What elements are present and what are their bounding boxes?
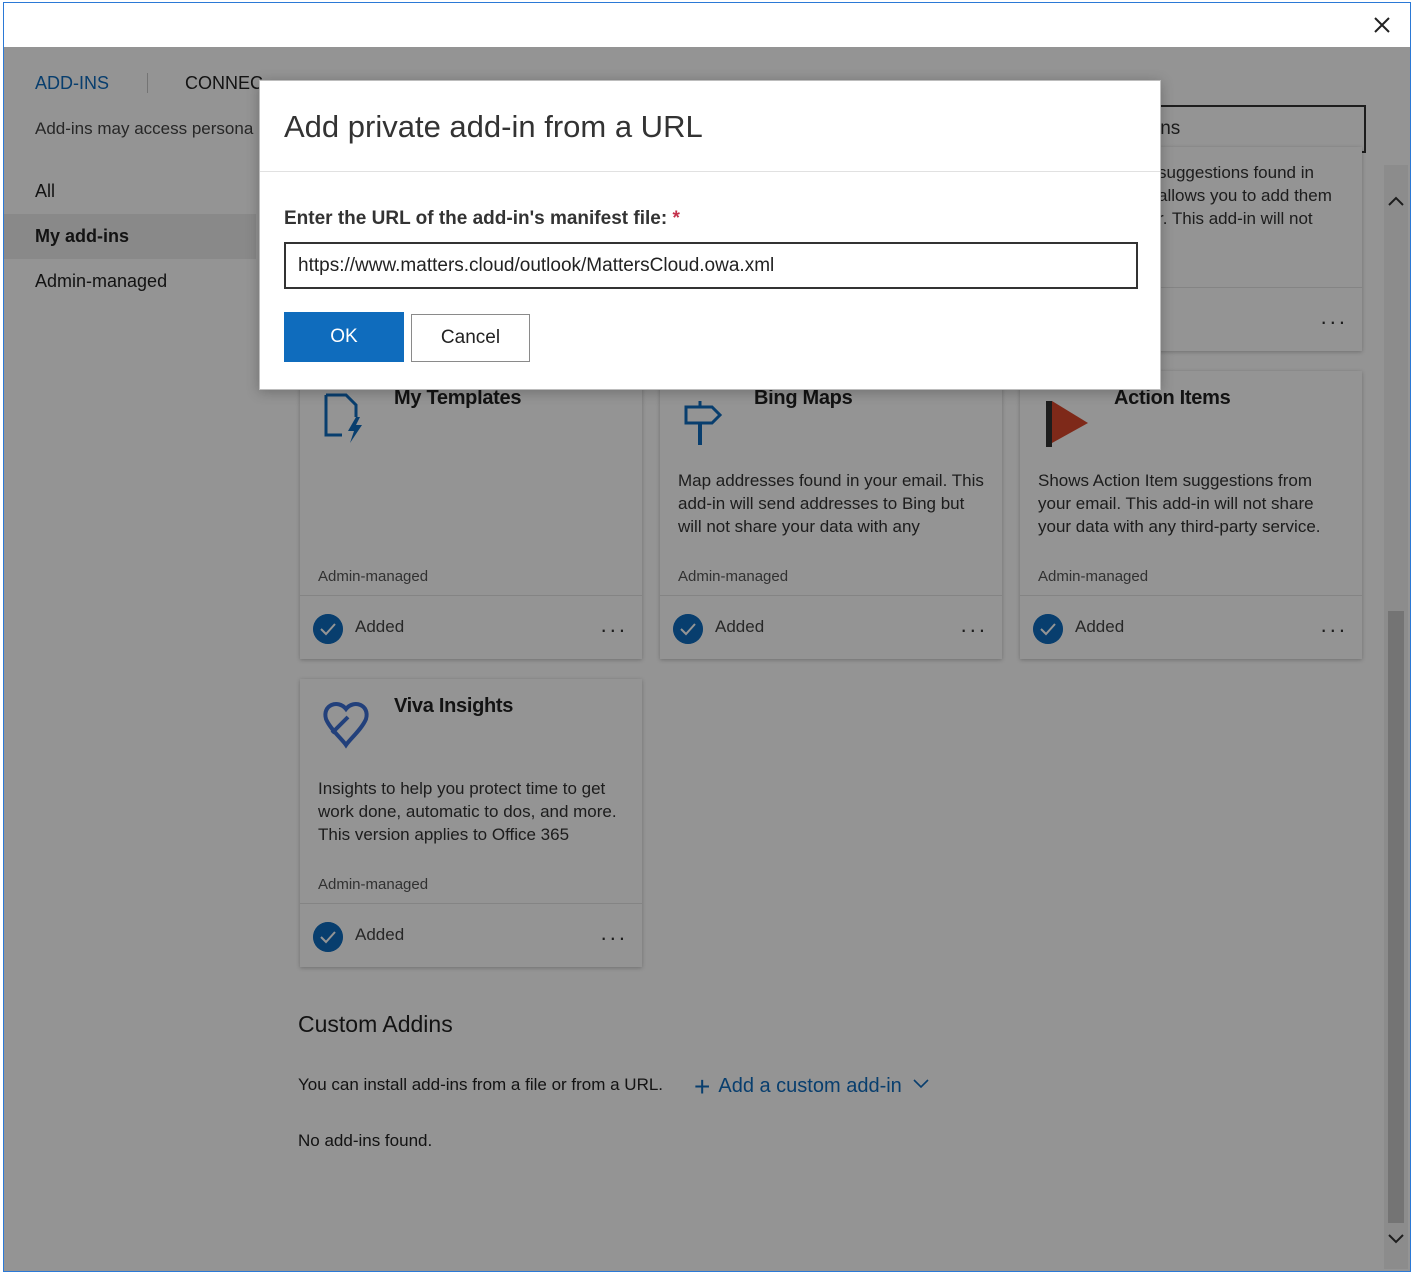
addins-window: ADD-INS CONNEC Add-ins may access person… (3, 2, 1411, 1272)
manifest-url-input[interactable] (284, 242, 1138, 289)
close-icon[interactable] (1368, 11, 1396, 39)
dialog-divider (260, 171, 1160, 172)
ok-button[interactable]: OK (284, 312, 404, 362)
required-marker: * (672, 208, 680, 229)
cancel-button[interactable]: Cancel (411, 314, 530, 362)
title-bar (4, 3, 1410, 47)
manifest-url-label-text: Enter the URL of the add-in's manifest f… (284, 208, 668, 229)
manifest-url-label: Enter the URL of the add-in's manifest f… (284, 208, 680, 230)
add-private-addin-dialog: Add private add-in from a URL Enter the … (259, 80, 1161, 390)
dialog-title: Add private add-in from a URL (284, 109, 703, 144)
